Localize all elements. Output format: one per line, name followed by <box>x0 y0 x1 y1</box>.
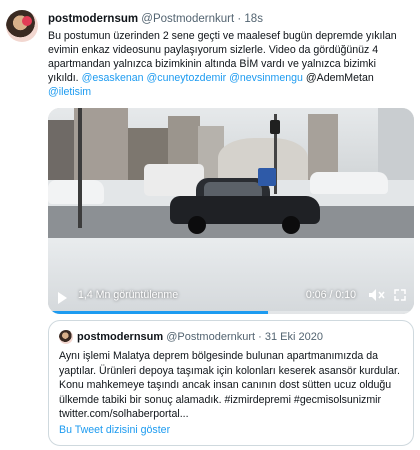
mention-link[interactable]: @cuneytozdemir <box>147 72 227 84</box>
quote-text: Aynı işlemi Malatya deprem bölgesinde bu… <box>59 350 400 420</box>
video-duration: 0:06 / 0:10 <box>305 289 356 301</box>
expand-icon[interactable] <box>394 289 406 301</box>
video-player[interactable]: 1,4 Mn görüntülenme 0:06 / 0:10 <box>48 108 414 314</box>
separator-dot: · <box>237 13 242 25</box>
show-thread-link[interactable]: Bu Tweet dizisini göster <box>59 424 170 436</box>
car-wheel <box>282 216 300 234</box>
separator-dot: · <box>258 331 262 343</box>
quote-header: postmodernsum @Postmodernkurt · 31 Eki 2… <box>77 331 323 343</box>
video-progress-bar[interactable] <box>48 311 414 314</box>
mention-link[interactable]: @nevsinmengu <box>229 72 303 84</box>
tweet-time[interactable]: 18s <box>244 13 263 25</box>
car-wheel <box>188 216 206 234</box>
white-car <box>310 172 388 194</box>
quote-handle: @Postmodernkurt <box>166 331 256 343</box>
tweet: postmodernsum @Postmodernkurt · 18s Bu p… <box>0 0 420 450</box>
user-handle[interactable]: @Postmodernkurt <box>141 13 234 25</box>
video-progress-fill <box>48 311 268 314</box>
tweet-header: postmodernsum @Postmodernkurt · 18s <box>48 13 263 25</box>
traffic-light <box>270 120 280 134</box>
mute-icon[interactable] <box>368 288 386 302</box>
foreground-snow <box>48 238 414 314</box>
building <box>74 108 128 186</box>
car-window <box>204 182 262 196</box>
plain-tag: @AdemMetan <box>305 72 374 84</box>
view-count: 1,4 Mn görüntülenme <box>78 289 179 301</box>
quote-avatar <box>59 330 73 344</box>
mention-link[interactable]: @esaskenan <box>82 72 144 84</box>
display-name[interactable]: postmodernsum <box>48 13 138 25</box>
play-icon[interactable] <box>58 292 67 304</box>
avatar[interactable] <box>6 10 38 42</box>
dark-car <box>170 178 320 234</box>
flower-decoration <box>22 16 32 26</box>
quoted-tweet[interactable]: postmodernsum @Postmodernkurt · 31 Eki 2… <box>48 320 414 446</box>
tweet-text: Bu postumun üzerinden 2 sene geçti ve ma… <box>48 29 408 99</box>
quote-display-name: postmodernsum <box>77 331 164 343</box>
road-sign <box>258 168 276 186</box>
white-car <box>48 180 104 204</box>
street-pole <box>78 108 82 228</box>
mention-link[interactable]: @iletisim <box>48 86 91 98</box>
quote-date: 31 Eki 2020 <box>264 331 323 343</box>
